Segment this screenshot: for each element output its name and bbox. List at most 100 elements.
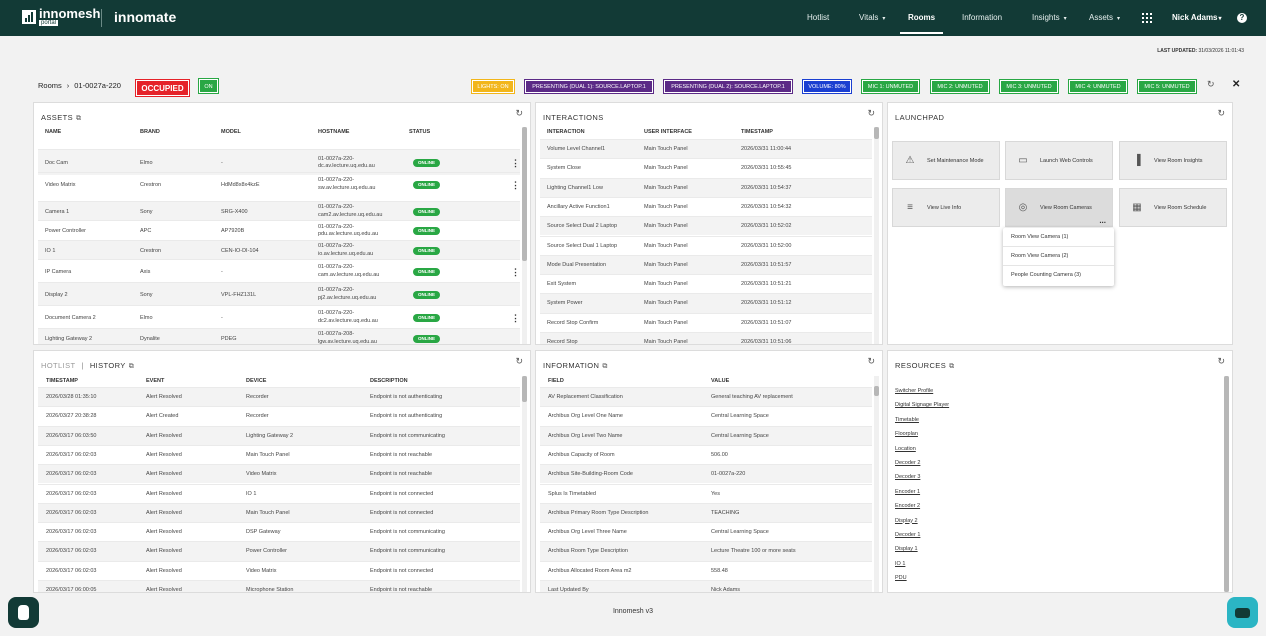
- col-header-interaction[interactable]: INTERACTION: [547, 129, 585, 135]
- resource-link[interactable]: Digital Signage Player: [895, 398, 949, 412]
- table-row[interactable]: Document Camera 2 Elmo - 01-0027a-220- dc2.a…: [38, 305, 520, 328]
- resource-link[interactable]: PDU: [895, 571, 949, 585]
- table-row[interactable]: Display 2 Sony VPL-FHZ131L 01-0027a-220- pj2…: [38, 282, 520, 305]
- accessibility-hand-button[interactable]: [8, 597, 39, 628]
- table-row[interactable]: Camera 1 Sony SRG-X400 01-0027a-220- cam2.av…: [38, 201, 520, 220]
- resource-link[interactable]: Timetable: [895, 413, 949, 427]
- chat-button[interactable]: [1227, 597, 1258, 628]
- table-row[interactable]: Lighting Gateway 2 Dynalite PDEG 01-0027a-2…: [38, 328, 520, 344]
- hostname-line1: 01-0027a-220-: [318, 223, 355, 230]
- menu-item-room-view-camera-1[interactable]: Room View Camera (1): [1003, 228, 1114, 247]
- col-header-event[interactable]: EVENT: [146, 378, 164, 384]
- resource-link[interactable]: IO 1: [895, 557, 949, 571]
- close-icon[interactable]: ✕: [1232, 79, 1240, 90]
- more-vertical-icon[interactable]: ⋮: [511, 313, 520, 324]
- refresh-icon[interactable]: ↻: [867, 109, 875, 118]
- col-header-description[interactable]: DESCRIPTION: [370, 378, 408, 384]
- more-dots-icon[interactable]: ...: [1099, 216, 1106, 225]
- asset-brand: Axis: [140, 268, 151, 275]
- nav-rooms[interactable]: Rooms: [900, 0, 944, 34]
- resource-link[interactable]: Display 2: [895, 514, 949, 528]
- col-header-field[interactable]: FIELD: [548, 378, 564, 384]
- resource-link[interactable]: Decoder 2: [895, 456, 949, 470]
- interactions-scrollbar[interactable]: [874, 127, 879, 344]
- resource-link[interactable]: Display 1: [895, 542, 949, 556]
- status-badge: ONLINE: [413, 180, 441, 189]
- resource-link[interactable]: Switcher Profile: [895, 384, 949, 398]
- tile-view-room-cameras[interactable]: ◎ View Room Cameras...: [1005, 188, 1113, 227]
- info-value: General teaching AV replacement: [711, 394, 793, 400]
- tile-launch-web-controls[interactable]: ▭ Launch Web Controls: [1005, 141, 1113, 180]
- refresh-icon[interactable]: ↻: [867, 357, 875, 366]
- resource-link[interactable]: Decoder 3: [895, 470, 949, 484]
- col-header-device[interactable]: DEVICE: [246, 378, 266, 384]
- table-row[interactable]: IP Camera Axis - 01-0027a-220- cam.av.lectur…: [38, 259, 520, 282]
- resource-link[interactable]: Floorplan: [895, 427, 949, 441]
- nav-vitals[interactable]: Vitals ▾: [859, 0, 885, 36]
- history-timestamp: 2026/03/17 06:02:03: [46, 567, 97, 574]
- col-header-model[interactable]: MODEL: [221, 129, 241, 135]
- external-link-icon[interactable]: ⧉: [602, 363, 607, 370]
- col-header-brand[interactable]: BRAND: [140, 129, 160, 135]
- nav-insights[interactable]: Insights ▾: [1032, 0, 1067, 36]
- tile-set-maintenance-mode[interactable]: ⚠ Set Maintenance Mode: [892, 141, 1000, 180]
- asset-brand: APC: [140, 228, 152, 234]
- col-header-timestamp[interactable]: TIMESTAMP: [741, 129, 773, 135]
- external-link-icon[interactable]: ⧉: [949, 363, 954, 370]
- table-row[interactable]: Video Matrix Crestron HdMd8x8x4kzE 01-0027a…: [38, 172, 520, 195]
- tab-history[interactable]: HISTORY: [90, 361, 126, 370]
- tile-view-room-schedule[interactable]: ▦ View Room Schedule: [1119, 188, 1227, 227]
- refresh-icon[interactable]: ↻: [1217, 357, 1225, 366]
- brand-divider: [101, 9, 102, 27]
- info-field: Archibus Capacity of Room: [548, 451, 615, 458]
- col-header-hostname[interactable]: HOSTNAME: [318, 129, 349, 135]
- nav-assets[interactable]: Assets ▾: [1089, 0, 1120, 36]
- refresh-icon[interactable]: ↻: [515, 109, 523, 118]
- information-scrollbar[interactable]: [874, 376, 879, 592]
- table-row[interactable]: Power Controller APC AP7920B 01-0027a-220- p…: [38, 220, 520, 240]
- menu-item-people-counting-camera-3[interactable]: People Counting Camera (3): [1003, 266, 1114, 285]
- interaction-name: Record Stop: [547, 339, 578, 345]
- innomate-logo[interactable]: innomate: [114, 9, 176, 25]
- nav-hotlist[interactable]: Hotlist: [807, 0, 829, 36]
- more-vertical-icon[interactable]: ⋮: [511, 267, 520, 278]
- hostname-line2: dc.av.lecture.uq.edu.au: [318, 163, 375, 169]
- table-row: 2026/03/17 06:02:03 Alert Resolved Power C…: [38, 541, 520, 561]
- calendar-icon: ▦: [1132, 202, 1142, 213]
- tile-view-live-info[interactable]: ≡ View Live Info: [892, 188, 1000, 227]
- refresh-status-icon[interactable]: ↻: [1207, 80, 1215, 89]
- assets-scrollbar[interactable]: [522, 127, 527, 344]
- col-header-user-interface[interactable]: USER INTERFACE: [644, 129, 692, 135]
- col-header-timestamp[interactable]: TIMESTAMP: [46, 378, 78, 384]
- col-header-value[interactable]: VALUE: [711, 378, 729, 384]
- help-icon[interactable]: ?: [1237, 13, 1247, 23]
- resources-scrollbar[interactable]: [1224, 376, 1229, 592]
- more-vertical-icon[interactable]: ⋮: [511, 158, 520, 169]
- menu-item-room-view-camera-2[interactable]: Room View Camera (2): [1003, 247, 1114, 266]
- nav-information[interactable]: Information: [962, 0, 1002, 36]
- info-field: Archibus Allocated Room Area m2: [548, 567, 632, 574]
- asset-brand: Crestron: [140, 247, 162, 254]
- asset-hostname: 01-0027a-220- cam2.av.lecture.uq.edu.au: [318, 204, 382, 219]
- table-row[interactable]: IO 1 Crestron CEN-IO-DI-104 01-0027a-220- io…: [38, 240, 520, 259]
- status-chip-mic4: MIC 4: UNMUTED: [1068, 79, 1128, 94]
- refresh-icon[interactable]: ↻: [515, 357, 523, 366]
- history-scrollbar[interactable]: [522, 376, 527, 592]
- resource-link[interactable]: Encoder 1: [895, 485, 949, 499]
- user-menu[interactable]: Nick Adams▾: [1172, 0, 1222, 36]
- tab-hotlist[interactable]: HOTLIST: [41, 361, 75, 370]
- external-link-icon[interactable]: ⧉: [129, 363, 134, 370]
- external-link-icon[interactable]: ⧉: [76, 115, 81, 122]
- resource-link[interactable]: Decoder 1: [895, 528, 949, 542]
- apps-grid-icon[interactable]: [1142, 13, 1152, 23]
- innomesh-logo[interactable]: innomesh portal: [22, 7, 100, 26]
- resource-link[interactable]: Location: [895, 442, 949, 456]
- tile-view-room-insights[interactable]: ▐ View Room Insights: [1119, 141, 1227, 180]
- history-timestamp: 2026/03/17 06:02:03: [46, 471, 97, 478]
- chat-bubble-icon: [1235, 607, 1250, 618]
- col-header-name[interactable]: NAME: [45, 129, 61, 135]
- resource-link[interactable]: Encoder 2: [895, 499, 949, 513]
- more-vertical-icon[interactable]: ⋮: [511, 180, 520, 191]
- col-header-status[interactable]: STATUS: [409, 129, 430, 135]
- refresh-icon[interactable]: ↻: [1217, 109, 1225, 118]
